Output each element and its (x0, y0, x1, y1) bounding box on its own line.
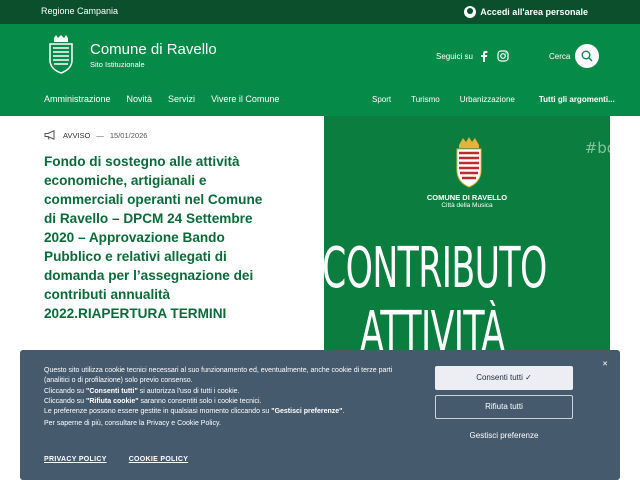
site-subtitle: Sito Istituzionale (90, 60, 145, 69)
reject-all-button[interactable]: Rifiuta tutti (435, 395, 573, 419)
facebook-icon[interactable] (479, 50, 489, 62)
social-label: Seguici su (436, 52, 473, 61)
cookie-text-4: Le preferenze possono essere gestite in … (44, 408, 345, 415)
comune-crest-image (456, 137, 482, 188)
nav-topic-turismo[interactable]: Turismo (411, 95, 440, 104)
login-label: Accedi all'area personale (480, 7, 588, 17)
search-button[interactable] (575, 44, 599, 68)
meta-separator: — (96, 130, 104, 140)
main-nav: Amministrazione Novità Servizi Vivere il… (44, 94, 279, 104)
article-title[interactable]: Fondo di sostegno alle attività economic… (44, 152, 274, 323)
instagram-icon[interactable] (497, 50, 509, 62)
cookie-text-1: Questo sito utilizza cookie tecnici nece… (44, 367, 393, 384)
nav-item-servizi[interactable]: Servizi (168, 94, 195, 104)
cookie-banner: ✕ Questo sito utilizza cookie tecnici ne… (20, 350, 620, 480)
megaphone-icon (44, 130, 55, 140)
hero-hashtag: #bo (584, 139, 610, 157)
site-name[interactable]: Comune di Ravello (90, 41, 217, 58)
nav-topic-sport[interactable]: Sport (372, 95, 391, 104)
cookie-policy-link[interactable]: COOKIE POLICY (129, 456, 189, 463)
privacy-policy-link[interactable]: PRIVACY POLICY (44, 456, 107, 463)
top-bar: Regione Campania Accedi all'area persona… (0, 0, 640, 24)
hero-line-1: CONTRIBUTO (324, 236, 547, 301)
region-link[interactable]: Regione Campania (41, 6, 118, 16)
nav-item-vivere[interactable]: Vivere il Comune (211, 94, 279, 104)
topics-nav: Sport Turismo Urbanizzazione Tutti gli a… (372, 95, 615, 104)
cookie-text-3: Cliccando su "Rifiuta cookie" saranno co… (44, 398, 262, 405)
nav-topic-urbanizzazione[interactable]: Urbanizzazione (460, 95, 515, 104)
search-icon (581, 50, 593, 62)
cookie-text-2: Cliccando su "Consenti tutti" si autoriz… (44, 388, 240, 395)
cookie-text-5: Per saperne di più, consultare la Privac… (44, 420, 221, 427)
close-icon[interactable]: ✕ (602, 360, 608, 368)
user-icon (464, 6, 477, 18)
site-header: Comune di Ravello Sito Istituzionale Seg… (0, 24, 640, 116)
nav-item-amministrazione[interactable]: Amministrazione (44, 94, 111, 104)
search-label: Cerca (549, 52, 571, 61)
article-meta: AVVISO — 15/01/2026 (44, 130, 147, 140)
hero-citta: Città della Musica (441, 202, 493, 209)
article-type: AVVISO (63, 130, 91, 140)
login-link[interactable]: Accedi all'area personale (464, 6, 588, 18)
nav-all-topics[interactable]: Tutti gli argomenti... (539, 95, 615, 104)
article-date: 15/01/2026 (109, 130, 148, 140)
accept-all-button[interactable]: Consenti tutti ✓ (435, 366, 573, 390)
crest-logo[interactable] (46, 34, 76, 74)
hero-comune: COMUNE DI RAVELLO (426, 193, 508, 202)
manage-preferences-button[interactable]: Gestisci preferenze (435, 428, 573, 444)
nav-item-novita[interactable]: Novità (127, 94, 153, 104)
cookie-links: PRIVACY POLICY COOKIE POLICY (44, 456, 188, 463)
